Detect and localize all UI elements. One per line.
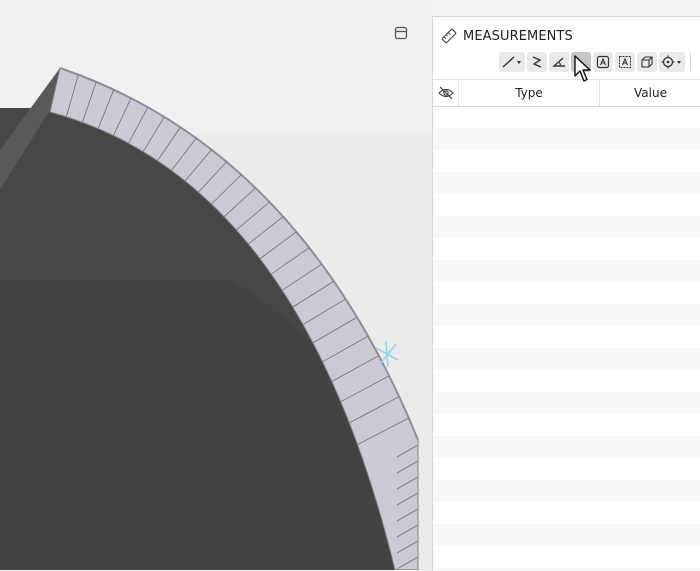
measurements-table-body xyxy=(433,106,700,571)
table-row-empty xyxy=(433,326,700,348)
table-row-empty xyxy=(433,458,700,480)
polyline-measure-icon xyxy=(532,56,542,68)
measurements-table-header: Type Value xyxy=(433,79,700,107)
table-row-empty xyxy=(433,128,700,150)
panel-header: MEASUREMENTS xyxy=(441,26,573,46)
area-text-icon xyxy=(619,56,631,68)
table-row-empty xyxy=(433,238,700,260)
mouse-cursor-icon xyxy=(574,55,591,82)
line-measure-icon xyxy=(502,56,521,68)
table-row-empty xyxy=(433,260,700,282)
point-target-tool[interactable] xyxy=(659,52,685,72)
polyline-measure-tool[interactable] xyxy=(527,52,547,72)
table-row-empty xyxy=(433,546,700,568)
table-row-empty xyxy=(433,194,700,216)
area-label-icon xyxy=(596,55,610,69)
panel-title: MEASUREMENTS xyxy=(463,28,573,44)
area-text-tool[interactable] xyxy=(615,52,635,72)
volume-measure-tool[interactable] xyxy=(637,52,657,72)
area-label-tool[interactable] xyxy=(593,52,613,72)
angle-measure-icon xyxy=(552,57,565,67)
visibility-column-header[interactable] xyxy=(433,80,459,106)
measurements-panel: MEASUREMENTS Type Value xyxy=(432,16,700,571)
measure-toolbar xyxy=(499,51,700,73)
delete-all-button[interactable] xyxy=(695,52,700,72)
angle-measure-tool[interactable] xyxy=(549,52,569,72)
ruler-icon xyxy=(441,28,457,44)
table-row-empty xyxy=(433,150,700,172)
volume-measure-icon xyxy=(641,56,653,68)
window-layout-button[interactable] xyxy=(392,24,410,42)
line-measure-tool[interactable] xyxy=(499,52,525,72)
table-row-empty xyxy=(433,106,700,128)
window-layout-icon xyxy=(394,26,408,40)
point-target-icon xyxy=(661,55,681,69)
table-row-empty xyxy=(433,304,700,326)
table-row-empty xyxy=(433,524,700,546)
model-viewport[interactable] xyxy=(0,0,432,570)
table-row-empty xyxy=(433,436,700,458)
table-row-empty xyxy=(433,392,700,414)
table-row-empty xyxy=(433,414,700,436)
table-row-empty xyxy=(433,348,700,370)
table-row-empty xyxy=(433,480,700,502)
eye-off-icon xyxy=(437,86,454,100)
table-row-empty xyxy=(433,216,700,238)
toolbar-separator xyxy=(690,53,691,71)
table-row-empty xyxy=(433,502,700,524)
table-row-empty xyxy=(433,370,700,392)
table-row-empty xyxy=(433,172,700,194)
model-canvas[interactable] xyxy=(0,0,432,570)
table-row-empty xyxy=(433,282,700,304)
value-column-header[interactable]: Value xyxy=(600,80,700,106)
